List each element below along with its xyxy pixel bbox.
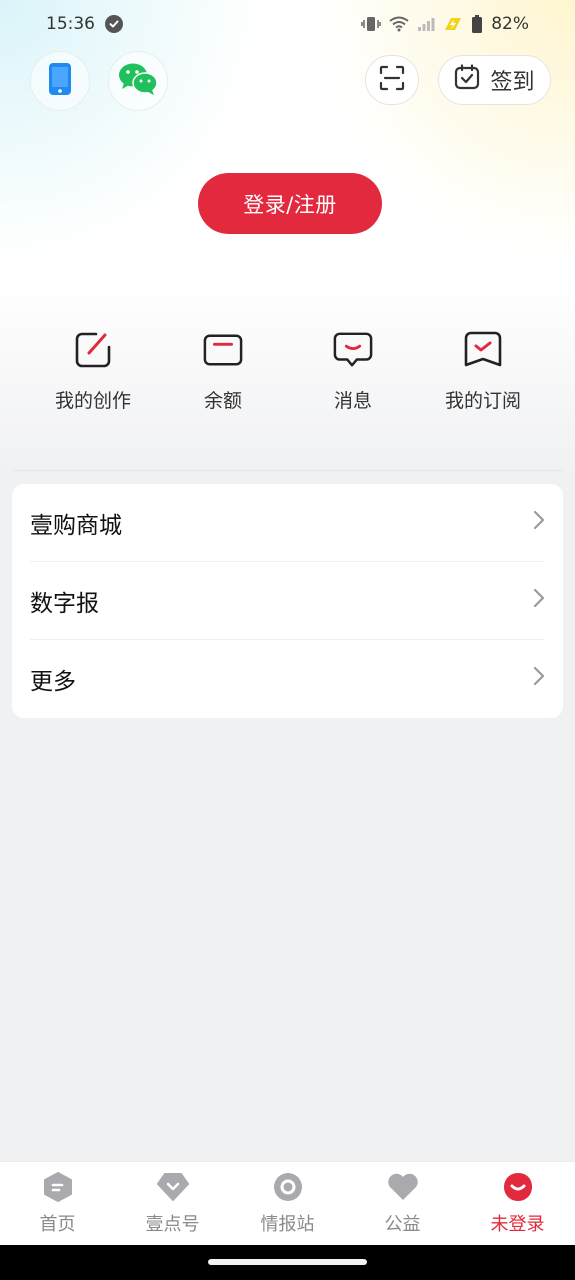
menu-item-label: 更多 — [30, 669, 76, 695]
calendar-check-icon — [454, 64, 480, 96]
edit-icon — [73, 330, 113, 370]
quick-action-label: 余额 — [203, 390, 242, 412]
quick-action-label: 消息 — [333, 390, 372, 412]
scan-icon — [379, 65, 405, 95]
wechat-icon — [118, 62, 158, 100]
subscription-icon — [463, 330, 503, 370]
chevron-right-icon — [533, 666, 545, 692]
home-icon — [43, 1171, 73, 1206]
phone-icon — [48, 62, 72, 100]
tab-info-station[interactable]: 情报站 — [230, 1162, 345, 1245]
menu-item-label: 数字报 — [30, 590, 99, 617]
data-saver-icon — [443, 16, 463, 32]
quick-action-balance[interactable]: 余额 — [158, 330, 288, 420]
menu-item-digital-newspaper[interactable]: 数字报 — [30, 562, 545, 640]
quick-action-label: 我的创作 — [54, 390, 131, 412]
menu-item-label: 壹购商城 — [30, 512, 122, 539]
wifi-icon — [389, 16, 409, 32]
heart-icon — [387, 1172, 419, 1206]
quick-actions: 我的创作 余额 消息 我的订阅 — [28, 330, 548, 420]
menu-card: 壹购商城 数字报 更多 — [12, 484, 563, 718]
signal-icon — [417, 16, 435, 32]
checkin-button[interactable]: 签到 — [438, 55, 551, 105]
message-icon — [333, 330, 373, 370]
tab-yidianhao[interactable]: 壹点号 — [115, 1162, 230, 1245]
home-gesture-handle[interactable] — [208, 1259, 367, 1265]
tab-label: 首页 — [39, 1213, 76, 1235]
system-navigation-bar — [0, 1245, 575, 1280]
vibrate-icon — [361, 16, 381, 32]
info-station-icon — [273, 1172, 303, 1206]
tab-label: 公益 — [384, 1213, 421, 1235]
tab-home[interactable]: 首页 — [0, 1162, 115, 1245]
tab-charity[interactable]: 公益 — [345, 1162, 460, 1245]
yidianhao-icon — [156, 1172, 189, 1206]
quick-action-my-creation[interactable]: 我的创作 — [28, 330, 158, 420]
wechat-login-button[interactable] — [108, 51, 168, 111]
tab-profile[interactable]: 未登录 — [460, 1162, 575, 1245]
menu-item-more[interactable]: 更多 — [30, 640, 545, 718]
tab-label: 未登录 — [490, 1213, 545, 1235]
section-divider — [12, 470, 563, 471]
wallet-icon — [203, 330, 243, 370]
battery-icon — [471, 15, 483, 33]
chevron-right-icon — [533, 588, 545, 614]
checkin-label: 签到 — [490, 70, 535, 95]
battery-level: 82% — [491, 14, 529, 34]
quick-action-messages[interactable]: 消息 — [288, 330, 418, 420]
quick-action-label: 我的订阅 — [444, 390, 521, 412]
quick-action-my-subscription[interactable]: 我的订阅 — [418, 330, 548, 420]
profile-icon — [503, 1172, 533, 1206]
status-time: 15:36 — [46, 14, 95, 34]
scan-button[interactable] — [365, 55, 419, 105]
tab-label: 情报站 — [260, 1213, 315, 1235]
chevron-right-icon — [533, 510, 545, 536]
bottom-tab-bar: 首页 壹点号 情报站 公益 未登录 — [0, 1161, 575, 1245]
tab-label: 壹点号 — [145, 1213, 200, 1235]
check-circle-icon — [105, 15, 123, 33]
login-register-button[interactable]: 登录/注册 — [198, 173, 382, 234]
phone-login-button[interactable] — [30, 51, 90, 111]
menu-item-shop[interactable]: 壹购商城 — [30, 484, 545, 562]
status-bar: 15:36 82% — [0, 0, 575, 48]
